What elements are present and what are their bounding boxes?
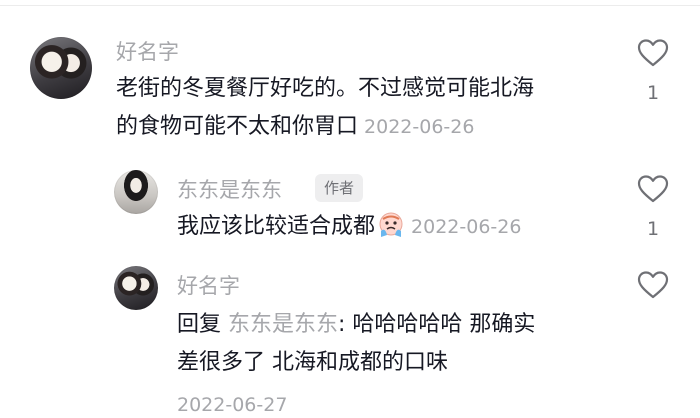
avatar[interactable]: [30, 37, 92, 99]
reply-item[interactable]: 好名字 回复 东东是东东: 哈哈哈哈哈 那确实 差很多了 北海和成都的口味 20…: [0, 260, 700, 418]
like-count: 1: [646, 218, 660, 240]
avatar[interactable]: [114, 266, 158, 310]
avatar[interactable]: [114, 170, 158, 214]
mention-link[interactable]: 东东是东东: [228, 312, 338, 337]
heart-outline-icon: [637, 39, 669, 67]
comment-text[interactable]: 我应该比较适合成都 2022-06-26: [177, 208, 617, 246]
reply-prefix: 回复: [177, 312, 222, 337]
like-button[interactable]: 1: [633, 38, 673, 104]
heart-outline-icon: [637, 175, 669, 203]
like-button[interactable]: [633, 270, 673, 300]
author-badge: 作者: [315, 174, 364, 202]
heart-outline-icon: [637, 271, 669, 299]
comment-thread: 好名字 老街的冬夏餐厅好吃的。不过感觉可能北海 的食物可能不太和你胃口 2022-…: [0, 0, 700, 418]
comment-date: 2022-06-26: [364, 116, 475, 138]
comment-text-line: 差很多了 北海和成都的口味: [177, 350, 448, 375]
comment-text-line: : 哈哈哈哈哈 那确实: [338, 312, 536, 337]
comment-text[interactable]: 老街的冬夏餐厅好吃的。不过感觉可能北海 的食物可能不太和你胃口 2022-06-2…: [116, 70, 626, 146]
comment-text-line: 我应该比较适合成都: [177, 214, 376, 239]
reply-item[interactable]: 东东是东东 作者 我应该比较适合成都 2022-06-26 1: [0, 160, 700, 260]
comment-date: 2022-06-26: [411, 216, 522, 238]
comment-text[interactable]: 回复 东东是东东: 哈哈哈哈哈 那确实 差很多了 北海和成都的口味: [177, 306, 617, 382]
comment-item[interactable]: 好名字 老街的冬夏餐厅好吃的。不过感觉可能北海 的食物可能不太和你胃口 2022-…: [0, 0, 700, 160]
comment-date: 2022-06-27: [177, 394, 288, 416]
comment-username[interactable]: 好名字: [116, 36, 179, 66]
comment-username[interactable]: 东东是东东: [177, 174, 282, 204]
comment-username[interactable]: 好名字: [177, 270, 240, 300]
crying-face-emoji: [379, 212, 403, 237]
comment-text-line: 的食物可能不太和你胃口: [116, 114, 359, 139]
like-button[interactable]: 1: [633, 174, 673, 240]
like-count: 1: [646, 82, 660, 104]
comment-text-line: 老街的冬夏餐厅好吃的。不过感觉可能北海: [116, 76, 535, 101]
